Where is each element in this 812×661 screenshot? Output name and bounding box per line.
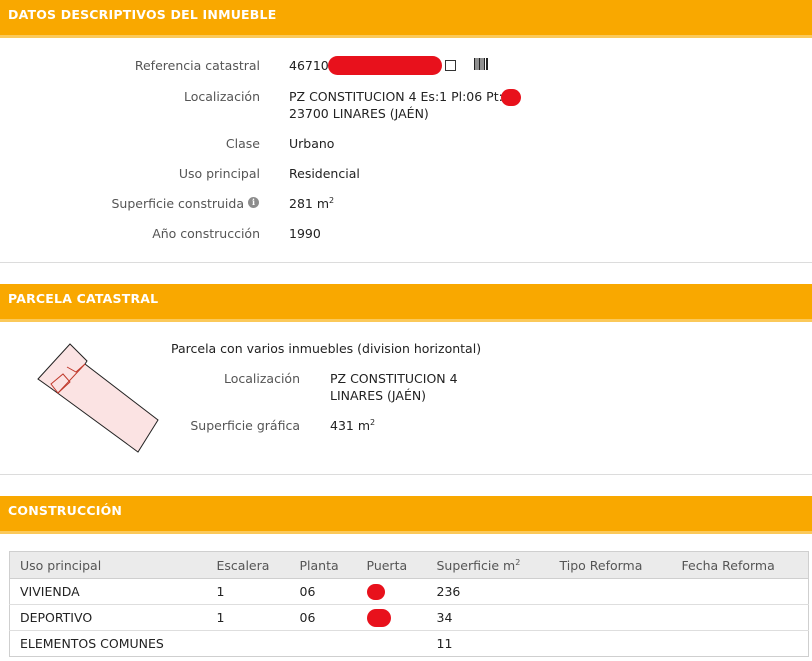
table-row: VIVIENDA 1 06 236 xyxy=(9,578,809,605)
cell-uso: VIVIENDA xyxy=(9,578,207,605)
cell-escalera xyxy=(206,630,290,657)
parcela-descripcion: Parcela con varios inmuebles (division h… xyxy=(171,341,482,356)
redaction-mark xyxy=(366,608,391,627)
clase-label: Clase xyxy=(225,136,260,151)
anio-construccion-label: Año construcción xyxy=(152,226,260,241)
cell-superficie: 236 xyxy=(426,578,550,605)
referencia-value: 46710 xyxy=(289,58,329,73)
column-header-superficie: Superficie m2 xyxy=(426,551,550,579)
cell-escalera: 1 xyxy=(206,604,290,631)
checkbox-icon[interactable] xyxy=(445,60,456,71)
referencia-label: Referencia catastral xyxy=(134,58,260,73)
cell-escalera: 1 xyxy=(206,578,290,605)
cell-puerta xyxy=(356,630,427,657)
cell-tipo-reforma xyxy=(549,578,672,605)
cell-fecha-reforma xyxy=(671,578,809,605)
column-header-uso: Uso principal xyxy=(9,551,207,579)
redaction-mark xyxy=(501,89,521,106)
cell-superficie: 11 xyxy=(426,630,550,657)
parcela-localizacion-line2: LINARES (JAÉN) xyxy=(330,388,427,403)
section-header-construccion: CONSTRUCCIÓN xyxy=(0,496,812,534)
cell-fecha-reforma xyxy=(671,604,809,631)
parcela-localizacion-label: Localización xyxy=(223,371,300,386)
column-header-fecha-reforma: Fecha Reforma xyxy=(671,551,809,579)
cell-superficie: 34 xyxy=(426,604,550,631)
cell-planta xyxy=(289,630,357,657)
section-header-parcela: PARCELA CATASTRAL xyxy=(0,284,812,322)
column-header-planta: Planta xyxy=(289,551,357,579)
clase-value: Urbano xyxy=(289,136,335,151)
cell-uso: ELEMENTOS COMUNES xyxy=(9,630,207,657)
parcela-localizacion-line1: PZ CONSTITUCION 4 xyxy=(330,371,458,386)
cell-planta: 06 xyxy=(289,604,357,631)
superficie-construida-label: Superficie construida xyxy=(111,196,245,211)
construccion-table: Uso principal Escalera Planta Puerta Sup… xyxy=(9,551,809,657)
superficie-grafica-label: Superficie gráfica xyxy=(190,418,300,433)
superficie-construida-value: 281 m2 xyxy=(289,196,335,211)
cell-uso: DEPORTIVO xyxy=(9,604,207,631)
table-header-row: Uso principal Escalera Planta Puerta Sup… xyxy=(9,551,809,579)
superficie-grafica-value: 431 m2 xyxy=(330,418,376,433)
cell-puerta xyxy=(356,604,427,631)
redaction-mark xyxy=(328,56,442,75)
localizacion-line2: 23700 LINARES (JAÉN) xyxy=(289,106,429,121)
parcel-map[interactable] xyxy=(36,342,162,456)
barcode-icon[interactable] xyxy=(474,58,488,70)
redaction-mark xyxy=(366,583,385,600)
info-icon[interactable]: i xyxy=(248,197,259,208)
column-header-puerta: Puerta xyxy=(356,551,427,579)
table-row: DEPORTIVO 1 06 34 xyxy=(9,604,809,631)
localizacion-label: Localización xyxy=(183,89,260,104)
column-header-escalera: Escalera xyxy=(206,551,290,579)
cell-tipo-reforma xyxy=(549,604,672,631)
uso-principal-label: Uso principal xyxy=(178,166,260,181)
uso-principal-value: Residencial xyxy=(289,166,360,181)
table-row: ELEMENTOS COMUNES 11 xyxy=(9,630,809,657)
cell-tipo-reforma xyxy=(549,630,672,657)
anio-construccion-value: 1990 xyxy=(289,226,321,241)
section-divider xyxy=(0,262,812,263)
cell-fecha-reforma xyxy=(671,630,809,657)
cell-planta: 06 xyxy=(289,578,357,605)
section-header-datos: DATOS DESCRIPTIVOS DEL INMUEBLE xyxy=(0,0,812,38)
cell-puerta xyxy=(356,578,427,605)
column-header-tipo-reforma: Tipo Reforma xyxy=(549,551,672,579)
localizacion-line1: PZ CONSTITUCION 4 Es:1 Pl:06 Pt: xyxy=(289,89,503,104)
section-divider xyxy=(0,474,812,475)
